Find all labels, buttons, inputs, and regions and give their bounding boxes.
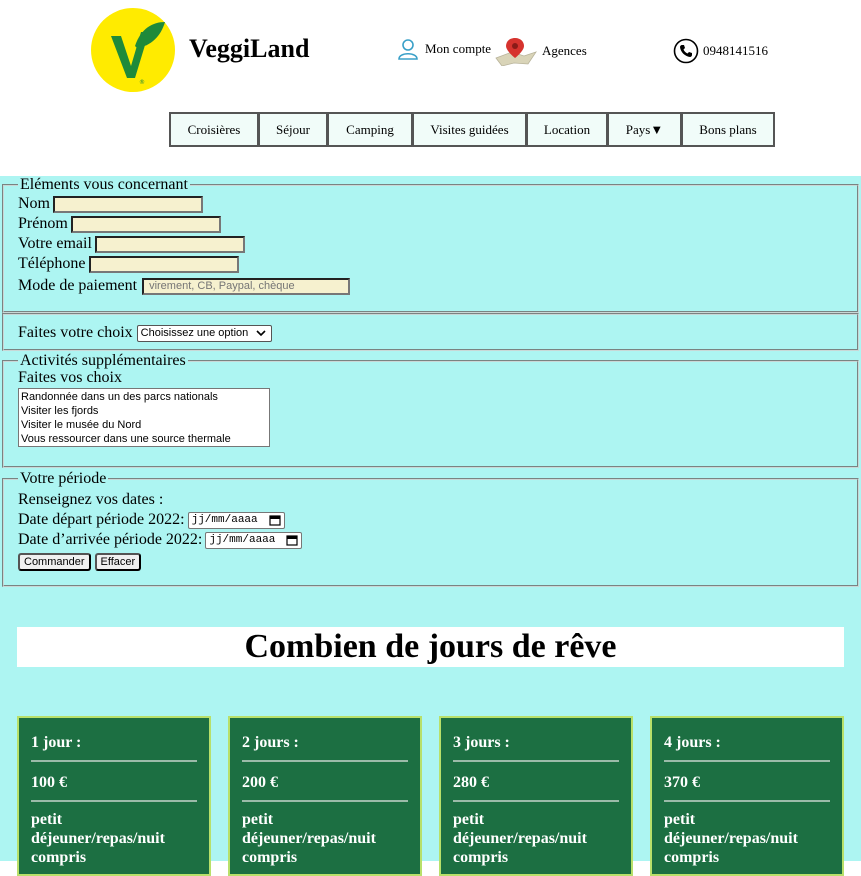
arrivee-label: Date d’arrivée période 2022: [18, 531, 203, 548]
card-description: petit déjeuner/repas/nuit compris [242, 811, 376, 866]
card-price: 200 € [242, 774, 278, 791]
card-divider [453, 800, 619, 802]
payment-input[interactable] [142, 277, 351, 295]
option-select-value: Choisissez une option [140, 327, 249, 339]
depart-row: Date départ période 2022: jj/mm/aaaa [18, 510, 843, 530]
price-card-3[interactable]: 3 jours : 280 € petit déjeuner/repas/nui… [439, 716, 633, 876]
card-divider [664, 760, 830, 762]
card-divider [453, 760, 619, 762]
personal-info-fieldset: Eléments vous concernant Nom Prénom Votr… [2, 176, 859, 313]
nom-row: Nom [18, 194, 843, 214]
nav-item-sejour[interactable]: Séjour [258, 112, 328, 147]
phone-contact[interactable]: 0948141516 [673, 38, 768, 64]
nav-item-croisieres[interactable]: Croisières [169, 112, 259, 147]
activity-option[interactable]: Visiter le musée du Nord [21, 418, 267, 432]
arrivee-date-value: jj/mm/aaaa [209, 534, 276, 546]
booking-section: Eléments vous concernant Nom Prénom Votr… [0, 176, 861, 876]
activities-label: Faites vos choix [18, 369, 122, 386]
period-intro: Renseignez vos dates : [18, 491, 164, 508]
card-days: 1 jour : [31, 734, 82, 751]
card-description: petit déjeuner/repas/nuit compris [31, 811, 165, 866]
submit-button[interactable]: Commander [18, 553, 91, 571]
tel-label: Téléphone [18, 255, 86, 272]
prenom-input[interactable] [70, 215, 221, 233]
depart-date-input[interactable]: jj/mm/aaaa [187, 511, 285, 529]
nav-item-visites-guidees[interactable]: Visites guidées [412, 112, 527, 147]
card-divider [242, 760, 408, 762]
email-row: Votre email [18, 234, 843, 254]
card-divider [31, 760, 197, 762]
card-divider [31, 800, 197, 802]
main-nav: Croisières Séjour Camping Visites guidée… [169, 112, 775, 147]
pricing-title: Combien de jours de rêve [17, 627, 844, 667]
account-link[interactable]: Mon compte [397, 38, 491, 60]
agencies-label: Agences [542, 43, 587, 58]
card-days: 3 jours : [453, 734, 510, 751]
reset-button[interactable]: Effacer [94, 553, 142, 571]
phone-number: 0948141516 [703, 43, 768, 58]
activities-listbox[interactable]: Randonnée dans un des parcs nationals Vi… [18, 388, 270, 447]
card-days: 2 jours : [242, 734, 299, 751]
tel-row: Téléphone [18, 254, 843, 274]
price-card-1[interactable]: 1 jour : 100 € petit déjeuner/repas/nuit… [17, 716, 211, 876]
activity-option[interactable]: Randonnée dans un des parcs nationals [21, 390, 267, 404]
activities-legend: Activités supplémentaires [20, 352, 186, 369]
activity-option[interactable]: Visiter les fjords [21, 404, 267, 418]
phone-icon [673, 38, 699, 64]
arrivee-date-input[interactable]: jj/mm/aaaa [205, 531, 303, 549]
email-label: Votre email [18, 235, 92, 252]
card-divider [242, 800, 408, 802]
svg-text:®: ® [139, 79, 145, 86]
brand-name[interactable]: VeggiLand [189, 34, 309, 64]
map-pin-icon [495, 38, 537, 66]
choice-label: Faites votre choix [18, 324, 133, 341]
calendar-icon [269, 515, 281, 526]
nav-item-pays-dropdown[interactable]: Pays▼ [607, 112, 682, 147]
arrivee-row: Date d’arrivée période 2022: jj/mm/aaaa [18, 530, 843, 550]
depart-label: Date départ période 2022: [18, 511, 185, 528]
tel-input[interactable] [88, 255, 239, 273]
chevron-down-icon [256, 330, 266, 337]
nav-item-camping[interactable]: Camping [327, 112, 413, 147]
nav-item-bons-plans[interactable]: Bons plans [681, 112, 775, 147]
card-price: 100 € [31, 774, 67, 791]
period-fieldset: Votre période Renseignez vos dates : Dat… [2, 470, 859, 587]
activity-option[interactable]: Vous ressourcer dans une source thermale [21, 432, 267, 446]
prenom-row: Prénom [18, 214, 843, 234]
price-card-2[interactable]: 2 jours : 200 € petit déjeuner/repas/nui… [228, 716, 422, 876]
payment-row: Mode de paiement [18, 276, 843, 296]
prenom-label: Prénom [18, 215, 68, 232]
card-price: 370 € [664, 774, 700, 791]
personal-info-legend: Eléments vous concernant [20, 176, 188, 193]
depart-date-value: jj/mm/aaaa [191, 514, 258, 526]
veggie-logo-icon[interactable]: ® [91, 8, 175, 92]
period-legend: Votre période [20, 470, 107, 487]
nom-label: Nom [18, 195, 50, 212]
user-icon [398, 39, 418, 60]
choice-fieldset: Faites votre choix Choisissez une option [2, 313, 859, 351]
card-price: 280 € [453, 774, 489, 791]
card-days: 4 jours : [664, 734, 721, 751]
price-card-4[interactable]: 4 jours : 370 € petit déjeuner/repas/nui… [650, 716, 844, 876]
account-label: Mon compte [425, 41, 492, 56]
nom-input[interactable] [53, 195, 203, 213]
activities-fieldset: Activités supplémentaires Faites vos cho… [2, 352, 859, 468]
payment-label: Mode de paiement [18, 277, 138, 294]
site-header: ® VeggiLand Mon compte Agences 094814151… [0, 0, 861, 176]
nav-item-location[interactable]: Location [526, 112, 608, 147]
email-input[interactable] [94, 235, 245, 253]
calendar-icon [286, 535, 298, 546]
agencies-link[interactable]: Agences [494, 36, 587, 66]
form-actions: Commander Effacer [18, 552, 843, 572]
option-select[interactable]: Choisissez une option [136, 324, 273, 342]
card-description: petit déjeuner/repas/nuit compris [453, 811, 587, 866]
card-description: petit déjeuner/repas/nuit compris [664, 811, 798, 866]
card-divider [664, 800, 830, 802]
choice-row: Faites votre choix Choisissez une option [18, 323, 843, 343]
